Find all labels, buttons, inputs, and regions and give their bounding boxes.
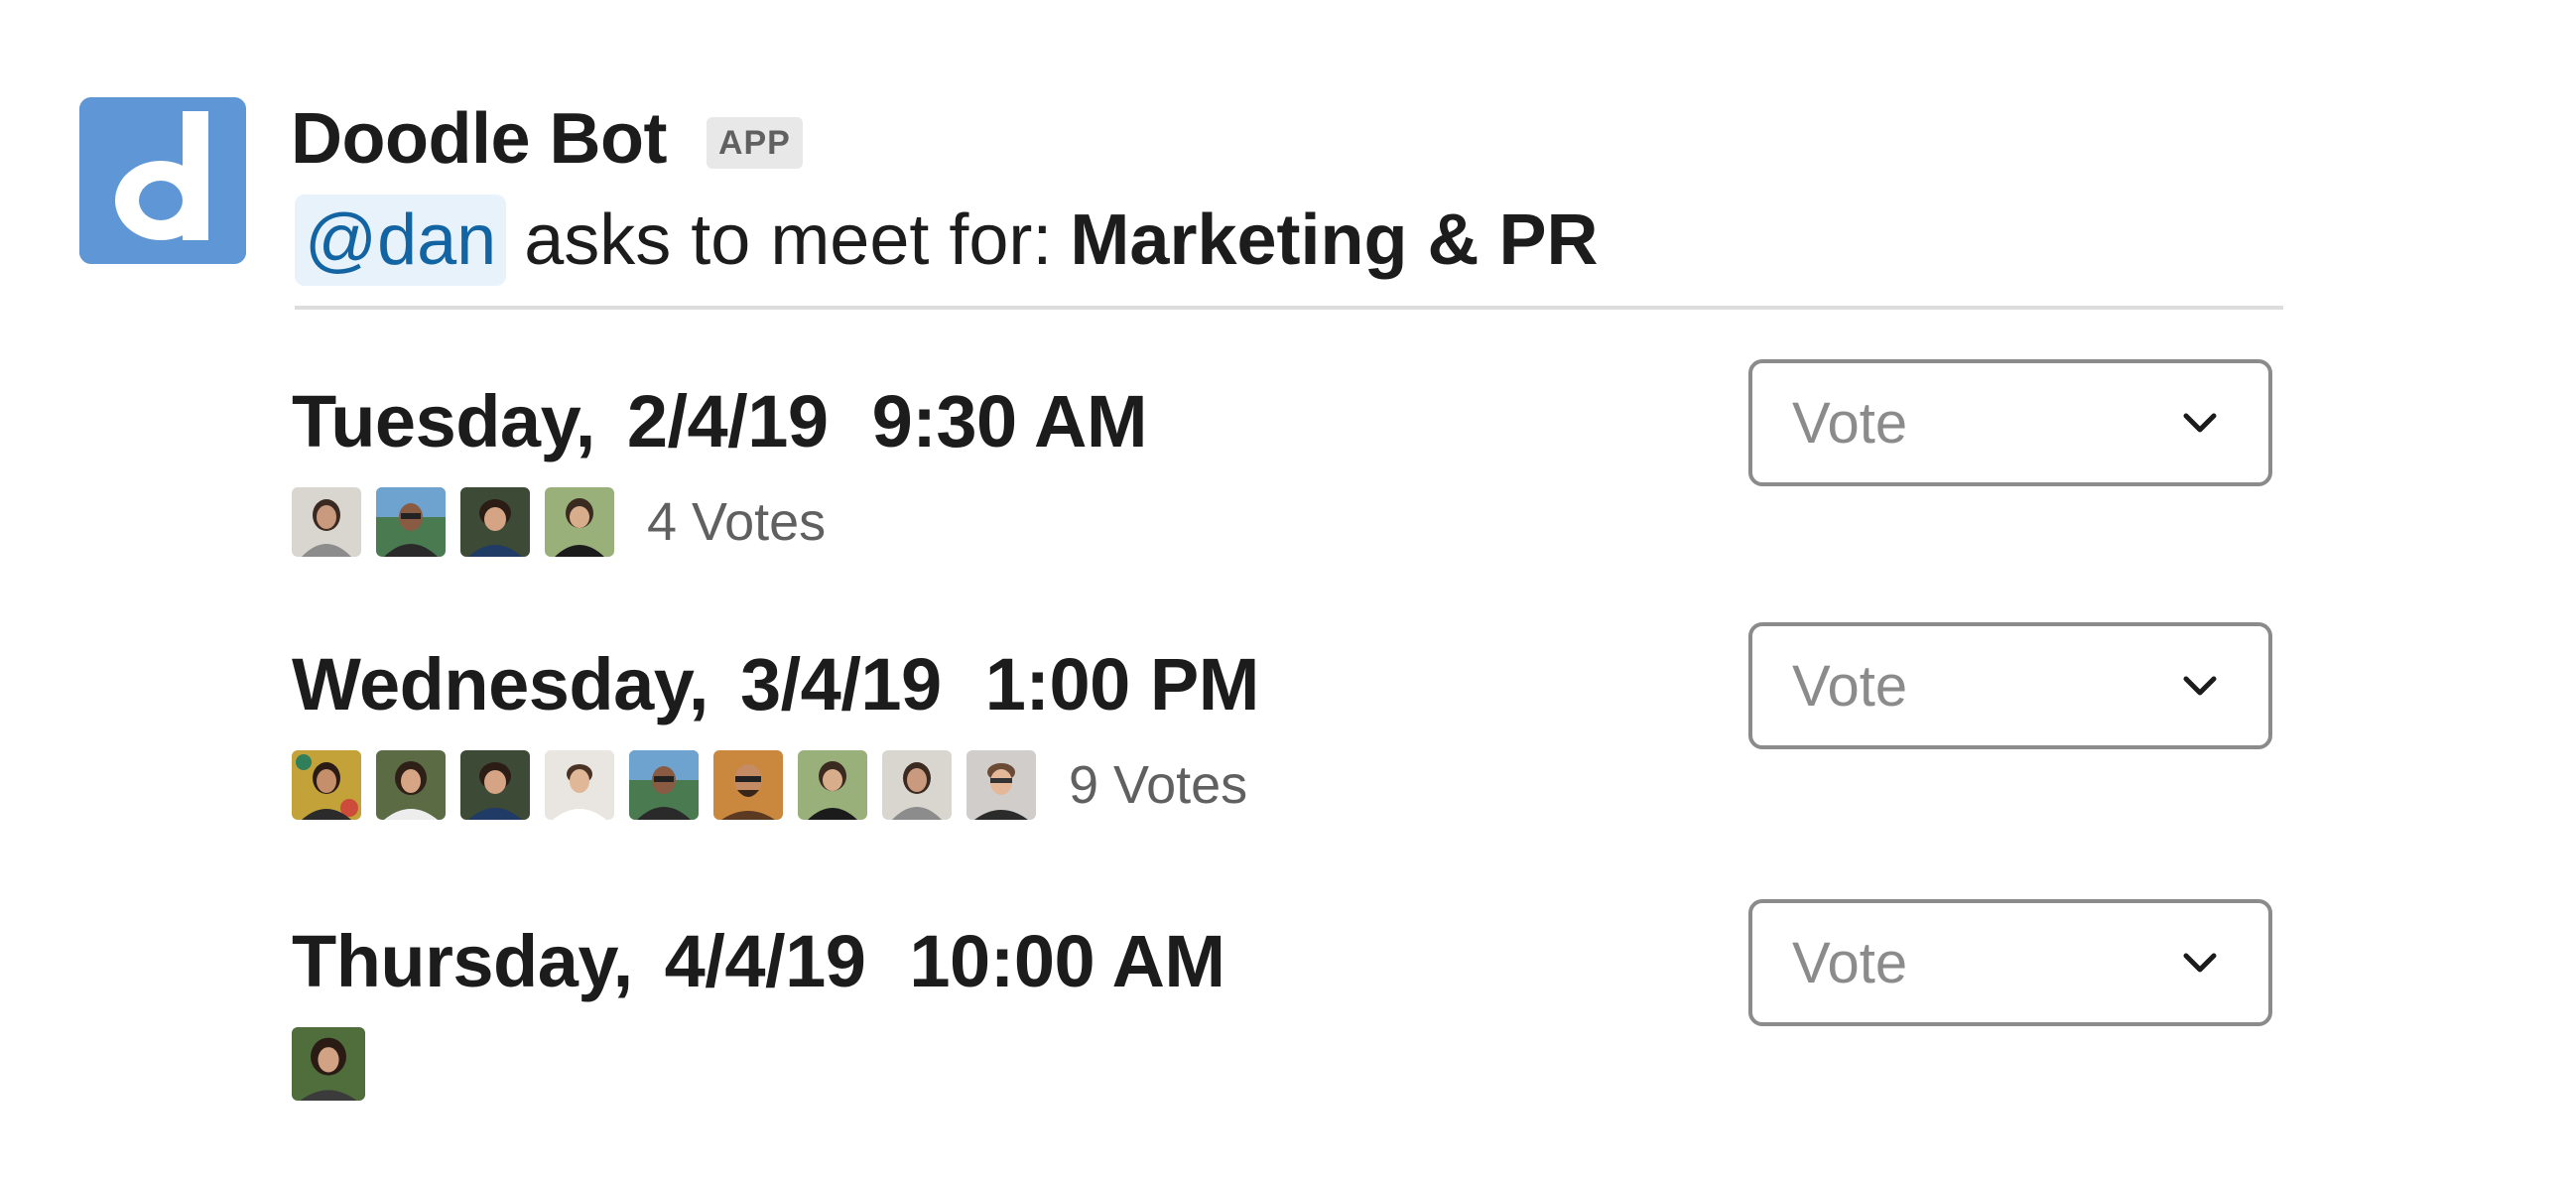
meeting-request-text: @dan asks to meet for: Marketing & PR: [295, 195, 1599, 286]
vote-count: 9 Votes: [1069, 755, 1248, 815]
user-mention[interactable]: @dan: [295, 195, 507, 286]
option-date: 3/4/19: [739, 643, 942, 725]
voter-avatar[interactable]: [545, 487, 614, 557]
voter-avatar[interactable]: [966, 750, 1036, 820]
voter-avatar[interactable]: [376, 487, 446, 557]
option-day: Tuesday,: [292, 380, 595, 462]
doodle-bot-avatar[interactable]: [79, 97, 246, 264]
vote-select[interactable]: Vote: [1748, 899, 2272, 1026]
divider: [295, 306, 2283, 310]
voter-avatar[interactable]: [629, 750, 699, 820]
option-day: Wednesday,: [292, 643, 708, 725]
vote-select[interactable]: Vote: [1748, 622, 2272, 749]
voter-list: 4 Votes: [292, 487, 826, 557]
vote-select-placeholder: Vote: [1792, 930, 1908, 995]
app-badge: APP: [706, 117, 803, 169]
voter-avatar[interactable]: [713, 750, 783, 820]
voter-avatar[interactable]: [376, 750, 446, 820]
voter-avatar[interactable]: [882, 750, 952, 820]
option-date: 2/4/19: [626, 380, 829, 462]
vote-select-placeholder: Vote: [1792, 653, 1908, 719]
voter-avatar[interactable]: [798, 750, 867, 820]
chevron-down-icon: [2183, 676, 2217, 696]
option-time: 10:00 AM: [909, 920, 1225, 1002]
option-time: 1:00 PM: [984, 643, 1260, 725]
vote-select[interactable]: Vote: [1748, 359, 2272, 486]
doodle-d-logo-icon: [79, 97, 246, 264]
voter-avatar[interactable]: [292, 750, 361, 820]
voter-avatar[interactable]: [545, 750, 614, 820]
voter-avatar[interactable]: [292, 487, 361, 557]
bot-name[interactable]: Doodle Bot: [291, 95, 667, 183]
meeting-topic: Marketing & PR: [1070, 200, 1599, 280]
option-datetime: Thursday, 4/4/19 10:00 AM: [292, 917, 1225, 1006]
asks-text: asks to meet for:: [524, 200, 1053, 280]
voter-avatar[interactable]: [460, 750, 530, 820]
voter-list: [292, 1027, 398, 1101]
voter-avatar[interactable]: [460, 487, 530, 557]
voter-avatar[interactable]: [292, 1027, 365, 1101]
option-datetime: Wednesday, 3/4/19 1:00 PM: [292, 640, 1259, 729]
chevron-down-icon: [2183, 413, 2217, 433]
option-datetime: Tuesday, 2/4/19 9:30 AM: [292, 377, 1148, 466]
voter-list: 9 Votes: [292, 750, 1247, 820]
option-time: 9:30 AM: [871, 380, 1148, 462]
message-header: Doodle Bot APP: [291, 95, 803, 183]
vote-count: 4 Votes: [647, 492, 827, 552]
option-date: 4/4/19: [664, 920, 866, 1002]
option-day: Thursday,: [292, 920, 633, 1002]
chevron-down-icon: [2183, 953, 2217, 973]
vote-select-placeholder: Vote: [1792, 390, 1908, 456]
